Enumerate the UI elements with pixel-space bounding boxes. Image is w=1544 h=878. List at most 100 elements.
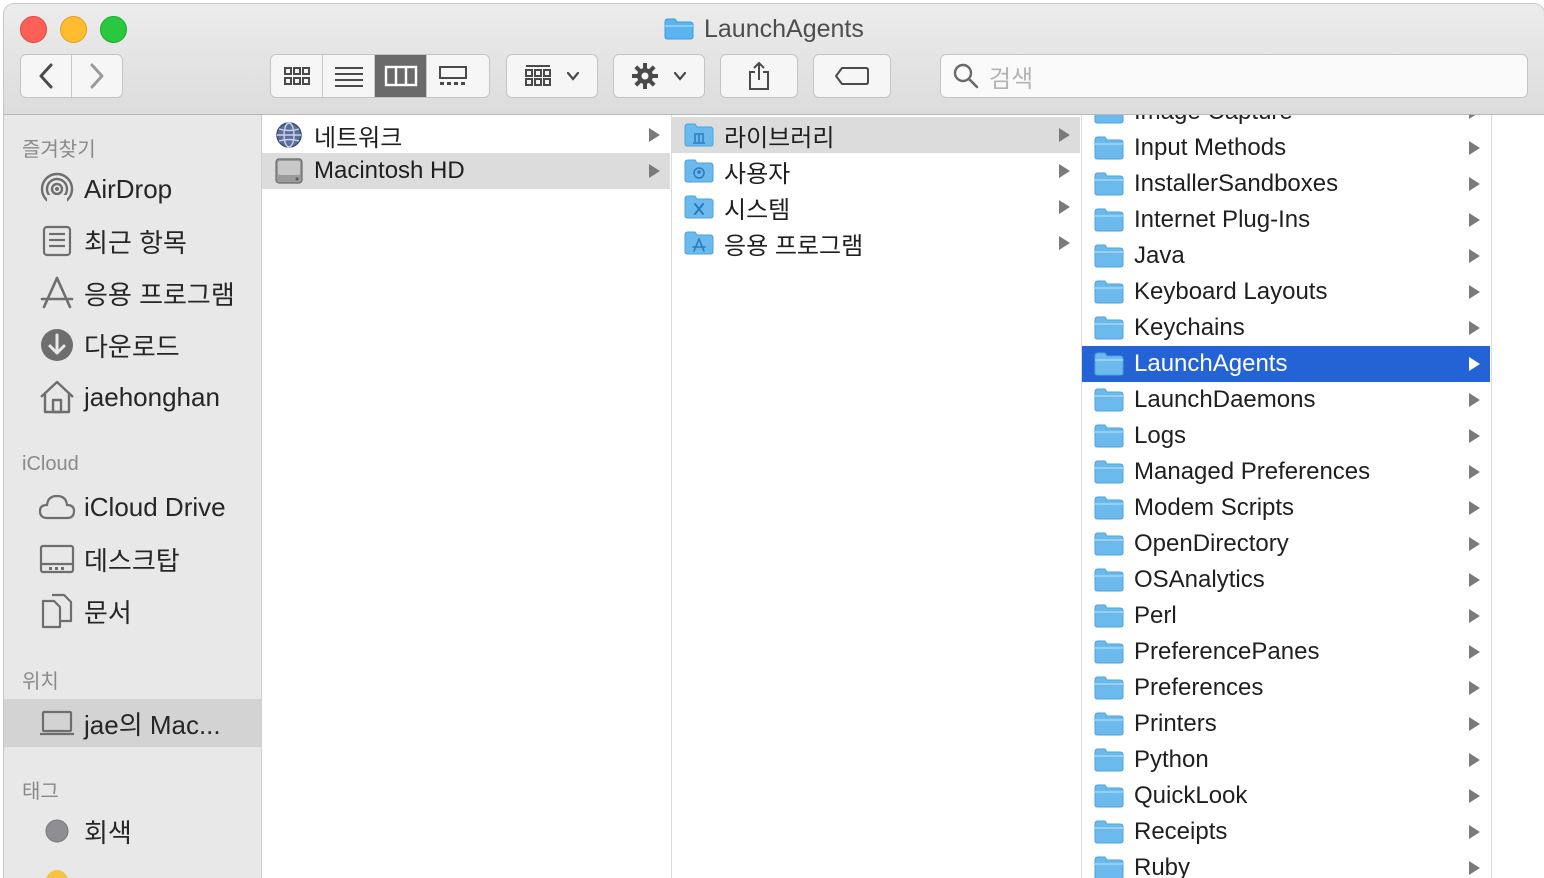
close-window-button[interactable] xyxy=(20,16,47,43)
sidebar-item-home[interactable]: jaehonghan xyxy=(4,373,261,421)
chevron-down-icon xyxy=(673,71,687,81)
column-row-java[interactable]: Java xyxy=(1082,238,1490,274)
group-by-button[interactable] xyxy=(506,54,598,98)
column-row-launchdaemons[interactable]: LaunchDaemons xyxy=(1082,382,1490,418)
cloud-icon xyxy=(38,488,76,526)
column-row-managed-preferences[interactable]: Managed Preferences xyxy=(1082,454,1490,490)
column-row-users[interactable]: 사용자 xyxy=(672,153,1080,189)
column-row-installersandboxes[interactable]: InstallerSandboxes xyxy=(1082,166,1490,202)
sidebar-item-recents[interactable]: 최근 항목 xyxy=(4,217,261,265)
gear-icon xyxy=(632,63,658,89)
column-row-network[interactable]: 네트워크 xyxy=(262,117,670,153)
column-row-image-capture[interactable]: Image Capture xyxy=(1082,115,1490,130)
home-icon xyxy=(38,378,76,416)
column-row-perl[interactable]: Perl xyxy=(1082,598,1490,634)
downloads-icon xyxy=(38,326,76,364)
yellow-tag-icon xyxy=(38,862,76,878)
column-view-button[interactable] xyxy=(375,55,427,97)
search-field[interactable]: 검색 xyxy=(940,54,1528,98)
action-button[interactable] xyxy=(613,54,705,98)
column-row-keyboard-layouts[interactable]: Keyboard Layouts xyxy=(1082,274,1490,310)
column-row-ruby[interactable]: Ruby xyxy=(1082,850,1490,878)
chevron-right-icon xyxy=(1059,236,1070,250)
column-row-macintosh-hd[interactable]: Macintosh HD xyxy=(262,153,670,189)
column-row-applications[interactable]: 응용 프로그램 xyxy=(672,225,1080,261)
column-row-logs[interactable]: Logs xyxy=(1082,418,1490,454)
sidebar-item-tag-gray[interactable]: 회색 xyxy=(4,807,261,855)
list-view-button[interactable] xyxy=(323,55,375,97)
chevron-right-icon xyxy=(1469,645,1480,659)
chevron-right-icon xyxy=(1469,825,1480,839)
sidebar-item-desktop[interactable]: 데스크탑 xyxy=(4,535,261,583)
column-row-modem-scripts[interactable]: Modem Scripts xyxy=(1082,490,1490,526)
column-row-python[interactable]: Python xyxy=(1082,742,1490,778)
chevron-right-icon xyxy=(1469,537,1480,551)
column-row-label: QuickLook xyxy=(1134,782,1248,809)
sidebar-item-documents[interactable]: 문서 xyxy=(4,587,261,635)
sidebar-item-icloud-drive[interactable]: iCloud Drive xyxy=(4,483,261,531)
chevron-right-icon xyxy=(1469,429,1480,443)
sidebar-item-mac[interactable]: jae의 Mac... xyxy=(4,699,261,747)
chevron-right-icon xyxy=(1469,789,1480,803)
folder-icon xyxy=(1094,819,1124,845)
column-row-label: Keyboard Layouts xyxy=(1134,278,1328,305)
column-row-osanalytics[interactable]: OSAnalytics xyxy=(1082,562,1490,598)
back-button[interactable] xyxy=(21,55,72,97)
chevron-right-icon xyxy=(1469,501,1480,515)
column-row-launchagents[interactable]: LaunchAgents xyxy=(1082,346,1490,382)
folder-icon xyxy=(1094,423,1124,449)
column-row-internet-plug-ins[interactable]: Internet Plug-Ins xyxy=(1082,202,1490,238)
column-row-opendirectory[interactable]: OpenDirectory xyxy=(1082,526,1490,562)
sidebar: 즐겨찾기 AirDrop 최근 항목 응용 프로그램 다운로드 jaehongh… xyxy=(4,115,262,878)
column-row-receipts[interactable]: Receipts xyxy=(1082,814,1490,850)
folder-icon xyxy=(1094,639,1124,665)
chevron-right-icon xyxy=(1469,213,1480,227)
column-row-preferences[interactable]: Preferences xyxy=(1082,670,1490,706)
edit-tags-button[interactable] xyxy=(813,54,891,98)
column-row-input-methods[interactable]: Input Methods xyxy=(1082,130,1490,166)
folder-icon xyxy=(1094,387,1124,413)
minimize-window-button[interactable] xyxy=(60,16,87,43)
library-folder-icon xyxy=(684,122,714,148)
column-row-printers[interactable]: Printers xyxy=(1082,706,1490,742)
sidebar-item-applications[interactable]: 응용 프로그램 xyxy=(4,269,261,317)
chevron-right-icon xyxy=(90,63,104,89)
sidebar-section-icloud: iCloud xyxy=(22,453,79,475)
folder-icon xyxy=(1094,115,1124,125)
share-button[interactable] xyxy=(720,54,798,98)
column-1: 네트워크 Macintosh HD xyxy=(262,115,672,878)
zoom-window-button[interactable] xyxy=(100,16,127,43)
chevron-right-icon xyxy=(1469,609,1480,623)
column-row-system[interactable]: 시스템 xyxy=(672,189,1080,225)
sidebar-item-label: 회색 xyxy=(84,817,132,848)
column-row-quicklook[interactable]: QuickLook xyxy=(1082,778,1490,814)
sidebar-item-label: 데스크탑 xyxy=(84,545,180,576)
folder-icon xyxy=(1094,783,1124,809)
column-row-library[interactable]: 라이브러리 xyxy=(672,117,1080,153)
folder-icon xyxy=(1094,279,1124,305)
window-title-text: LaunchAgents xyxy=(704,14,864,43)
column-row-label: Internet Plug-Ins xyxy=(1134,206,1311,233)
gallery-view-button[interactable] xyxy=(427,55,479,97)
sidebar-section-favorites: 즐겨찾기 xyxy=(22,139,96,161)
sidebar-item-label: jaehonghan xyxy=(84,381,220,412)
chevron-right-icon xyxy=(1469,249,1480,263)
folder-icon xyxy=(1094,603,1124,629)
icon-view-button[interactable] xyxy=(271,55,323,97)
folder-icon xyxy=(1094,711,1124,737)
column-row-preferencepanes[interactable]: PreferencePanes xyxy=(1082,634,1490,670)
sidebar-item-downloads[interactable]: 다운로드 xyxy=(4,321,261,369)
chevron-right-icon xyxy=(649,164,660,178)
list-icon xyxy=(334,67,363,87)
chevron-right-icon xyxy=(1469,177,1480,191)
sidebar-item-label: iCloud Drive xyxy=(84,491,226,522)
sidebar-item-tag-partial[interactable] xyxy=(4,857,261,878)
sidebar-item-airdrop[interactable]: AirDrop xyxy=(4,165,261,213)
column-row-label: Modem Scripts xyxy=(1134,494,1295,521)
folder-icon xyxy=(1094,855,1124,878)
folder-icon xyxy=(1094,351,1124,377)
column-row-label: 응용 프로그램 xyxy=(724,232,864,260)
forward-button[interactable] xyxy=(72,55,122,97)
chevron-right-icon xyxy=(1469,285,1480,299)
column-row-keychains[interactable]: Keychains xyxy=(1082,310,1490,346)
